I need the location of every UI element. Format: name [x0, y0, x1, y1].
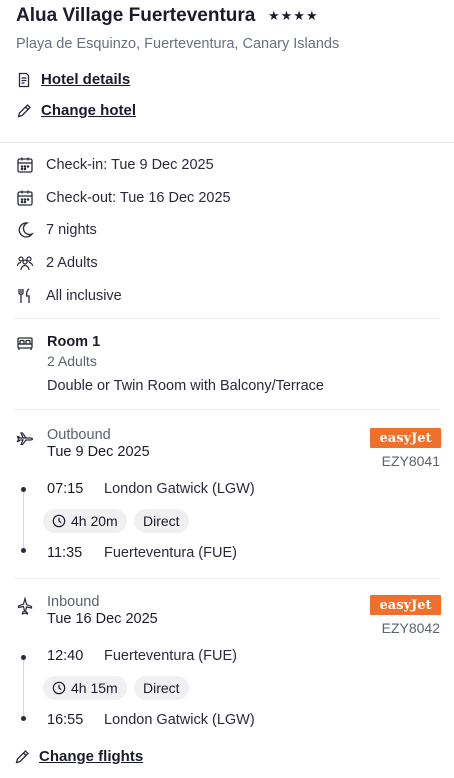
checkin-row: Check-in: Tue 9 Dec 2025: [16, 156, 214, 174]
people-icon: [16, 254, 34, 272]
pencil-icon: [16, 103, 32, 119]
inbound-date: Tue 16 Dec 2025: [47, 611, 158, 627]
guests-row: 2 Adults: [16, 254, 98, 272]
inbound-arrive-time: 16:55: [47, 712, 84, 728]
inbound-duration-pill: 4h 15m: [43, 676, 127, 700]
hotel-name: Alua Village Fuerteventura: [16, 5, 256, 26]
inbound-arrive-airport: London Gatwick (LGW): [104, 712, 255, 728]
hotel-star-rating: ★★★★: [268, 8, 319, 23]
outbound-label: Outbound: [47, 427, 111, 443]
board-row: All inclusive: [16, 287, 122, 305]
easyjet-logo: easyJet: [370, 428, 441, 448]
section-divider: [14, 578, 440, 579]
change-hotel-link[interactable]: Change hotel: [16, 102, 136, 119]
outbound-depart-dot: [21, 487, 26, 492]
outbound-depart-airport: London Gatwick (LGW): [104, 481, 255, 497]
checkin-text: Check-in: Tue 9 Dec 2025: [46, 157, 214, 173]
nights-text: 7 nights: [46, 222, 97, 238]
room-description: Double or Twin Room with Balcony/Terrace: [47, 378, 324, 394]
guests-text: 2 Adults: [46, 255, 98, 271]
change-hotel-label: Change hotel: [41, 102, 137, 119]
inbound-flight-number: EZY8042: [381, 620, 440, 636]
pencil-icon: [14, 749, 30, 765]
plane-arrival-icon: [16, 597, 34, 615]
inbound-duration: 4h 15m: [71, 680, 118, 696]
board-text: All inclusive: [46, 288, 122, 304]
hotel-details-link[interactable]: Hotel details: [16, 71, 130, 88]
clock-icon: [52, 681, 66, 695]
inbound-depart-dot: [21, 655, 26, 660]
change-flights-link[interactable]: Change flights: [14, 748, 143, 765]
outbound-date: Tue 9 Dec 2025: [47, 444, 150, 460]
moon-icon: [16, 221, 34, 239]
hotel-details-label: Hotel details: [41, 71, 131, 88]
inbound-timeline-line: [23, 658, 24, 720]
section-divider: [14, 318, 440, 319]
outbound-duration-pill: 4h 20m: [43, 509, 127, 533]
calendar-icon: [16, 189, 34, 207]
clock-icon: [52, 514, 66, 528]
outbound-flight-number: EZY8041: [381, 453, 440, 469]
inbound-stops: Direct: [143, 680, 180, 696]
outbound-stops-pill: Direct: [134, 509, 189, 533]
outbound-stops: Direct: [143, 513, 180, 529]
outbound-arrive-time: 11:35: [47, 545, 83, 561]
room-title: Room 1: [47, 334, 101, 350]
calendar-icon: [16, 156, 34, 174]
inbound-depart-airport: Fuerteventura (FUE): [104, 648, 237, 664]
plane-departure-icon: [16, 429, 34, 447]
checkout-text: Check-out: Tue 16 Dec 2025: [46, 190, 231, 206]
outbound-arrive-airport: Fuerteventura (FUE): [104, 545, 237, 561]
inbound-depart-time: 12:40: [47, 648, 84, 664]
outbound-duration: 4h 20m: [71, 513, 118, 529]
inbound-stops-pill: Direct: [134, 676, 189, 700]
document-icon: [16, 72, 32, 88]
section-divider: [14, 409, 440, 410]
outbound-timeline-line: [23, 490, 24, 552]
checkout-row: Check-out: Tue 16 Dec 2025: [16, 189, 231, 207]
change-flights-label: Change flights: [39, 748, 144, 765]
hotel-location: Playa de Esquinzo, Fuerteventura, Canary…: [16, 36, 340, 52]
section-divider: [0, 142, 454, 143]
cutlery-icon: [16, 287, 34, 305]
inbound-label: Inbound: [47, 594, 100, 610]
bed-icon: [16, 334, 34, 352]
outbound-depart-time: 07:15: [47, 481, 84, 497]
outbound-arrive-dot: [21, 548, 26, 553]
nights-row: 7 nights: [16, 221, 97, 239]
room-guests: 2 Adults: [47, 353, 97, 369]
inbound-arrive-dot: [21, 716, 26, 721]
easyjet-logo: easyJet: [370, 595, 441, 615]
